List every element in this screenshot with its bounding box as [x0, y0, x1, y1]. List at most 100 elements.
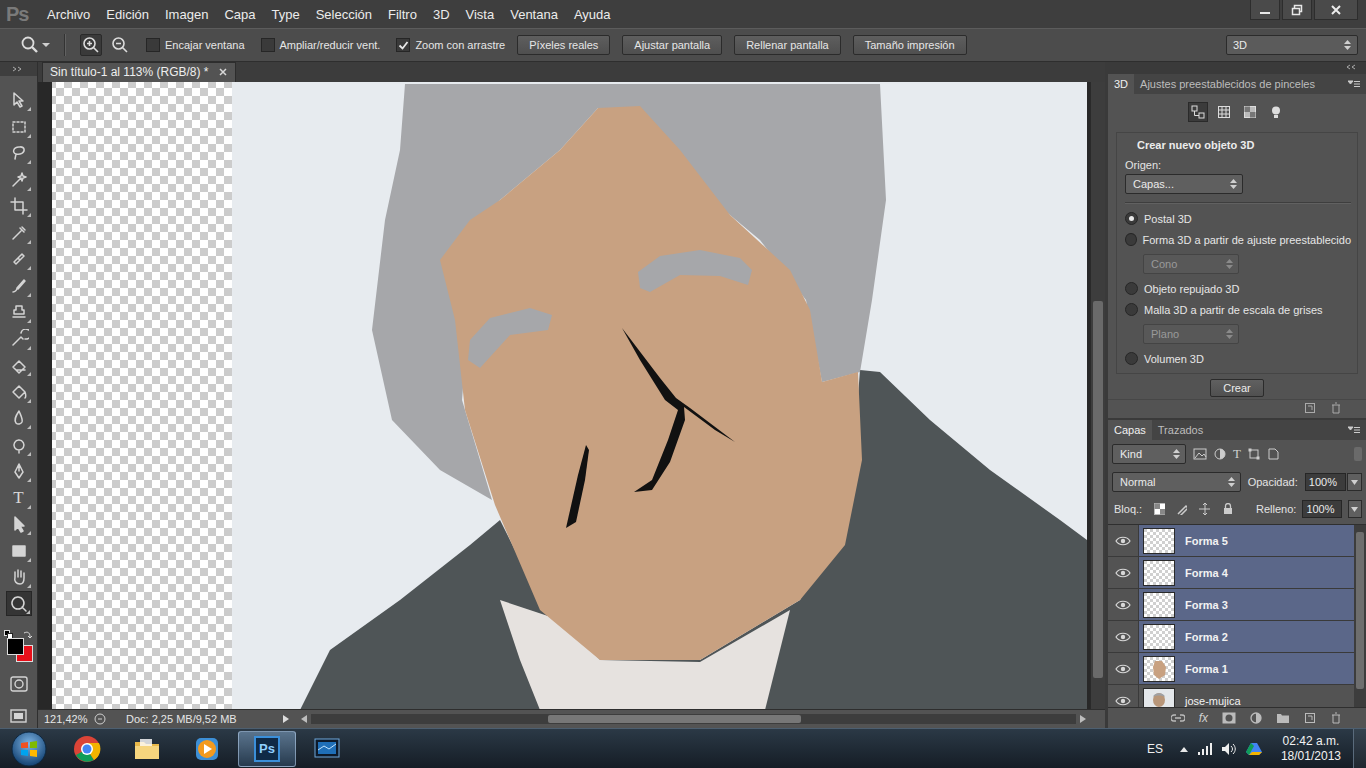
radio-button[interactable]	[1125, 212, 1138, 225]
volume-icon[interactable]	[1221, 742, 1237, 756]
radio-button[interactable]	[1125, 303, 1138, 316]
tool-button[interactable]	[6, 194, 32, 219]
opacity-dropdown[interactable]	[1347, 473, 1362, 491]
radio-option[interactable]: Postal 3D	[1125, 212, 1351, 225]
minimize-button[interactable]	[1250, 0, 1280, 20]
fill-dropdown[interactable]	[1348, 500, 1362, 518]
option-checkbox[interactable]: Zoom con arrastre	[396, 38, 505, 52]
quick-mask-button[interactable]	[6, 672, 32, 696]
trash-icon[interactable]	[1330, 402, 1342, 414]
mask-icon[interactable]	[1222, 712, 1236, 724]
tool-preset-picker[interactable]	[20, 35, 50, 55]
language-indicator[interactable]: ES	[1147, 742, 1163, 756]
visibility-toggle[interactable]	[1108, 653, 1139, 684]
canvas-horizontal-scrollbar[interactable]	[296, 714, 1105, 724]
shape-filter-icon[interactable]	[1248, 448, 1260, 460]
network-icon[interactable]	[1197, 742, 1213, 756]
tool-button[interactable]	[6, 326, 32, 351]
radio-option[interactable]: Forma 3D a partir de ajuste preestableci…	[1125, 233, 1351, 246]
zoom-out-button[interactable]	[110, 35, 130, 55]
taskbar-app[interactable]	[58, 731, 116, 767]
radio-button[interactable]	[1125, 282, 1138, 295]
panel-grip[interactable]	[0, 62, 37, 76]
panel-menu-icon[interactable]	[1348, 80, 1360, 88]
create-button[interactable]: Crear	[1210, 379, 1264, 397]
visibility-toggle[interactable]	[1108, 589, 1139, 620]
taskbar-app[interactable]	[178, 731, 236, 767]
tool-button[interactable]	[6, 88, 32, 113]
export-icon[interactable]	[94, 713, 106, 725]
blend-mode-select[interactable]: Normal	[1112, 472, 1241, 492]
menu-item[interactable]: Vista	[466, 7, 495, 22]
taskbar-app[interactable]: Ps	[238, 731, 296, 767]
folder-icon[interactable]	[1276, 712, 1290, 724]
tool-button[interactable]	[6, 353, 32, 378]
canvas-artwork[interactable]	[52, 82, 1087, 709]
show-hidden-icons-icon[interactable]	[1179, 745, 1189, 753]
visibility-toggle[interactable]	[1108, 621, 1139, 652]
swap-colors-icon[interactable]	[23, 630, 32, 639]
tool-button[interactable]	[6, 565, 32, 590]
foreground-color[interactable]	[7, 638, 24, 655]
screen-mode-button[interactable]	[6, 704, 32, 728]
layer-style-button[interactable]: fx	[1199, 711, 1208, 725]
menu-item[interactable]: Capa	[224, 7, 255, 22]
tool-button[interactable]	[6, 406, 32, 431]
canvas-vertical-scrollbar[interactable]	[1090, 82, 1105, 709]
taskbar-app[interactable]	[118, 731, 176, 767]
lock-transparency-icon[interactable]	[1154, 503, 1164, 515]
tool-button[interactable]	[6, 300, 32, 325]
smart-object-filter-icon[interactable]	[1267, 448, 1279, 460]
start-button[interactable]	[2, 730, 56, 768]
radio-button[interactable]	[1125, 233, 1137, 246]
view-button[interactable]	[1266, 102, 1286, 122]
tool-button[interactable]	[6, 273, 32, 298]
layer-row[interactable]: Forma 5	[1108, 525, 1354, 557]
trash-icon[interactable]	[1330, 712, 1342, 724]
radio-button[interactable]	[1125, 352, 1138, 365]
visibility-toggle[interactable]	[1108, 557, 1139, 588]
tool-button[interactable]	[6, 459, 32, 484]
radio-option[interactable]: Malla 3D a partir de escala de grises	[1125, 303, 1351, 316]
document-tab[interactable]: Sin título-1 al 113% (RGB/8) *	[42, 62, 236, 82]
view-button[interactable]	[1214, 102, 1234, 122]
layers-scrollbar[interactable]	[1354, 525, 1366, 707]
taskbar-app[interactable]	[298, 731, 356, 767]
new-layer-icon[interactable]	[1304, 712, 1316, 724]
fill-field[interactable]: 100%	[1302, 500, 1341, 518]
menu-item[interactable]: Imagen	[165, 7, 208, 22]
lock-all-icon[interactable]	[1222, 503, 1232, 515]
adjustment-filter-icon[interactable]	[1214, 448, 1226, 460]
image-filter-icon[interactable]	[1193, 448, 1207, 460]
tool-button[interactable]	[6, 247, 32, 272]
tool-button[interactable]	[6, 220, 32, 245]
zoom-level[interactable]: 121,42%	[44, 713, 88, 725]
tool-button[interactable]	[6, 114, 32, 139]
tool-button[interactable]	[6, 591, 32, 616]
menu-item[interactable]: Ayuda	[574, 7, 611, 22]
close-button[interactable]	[1314, 0, 1358, 20]
radio-option[interactable]: Volumen 3D	[1125, 352, 1351, 365]
checkbox[interactable]	[146, 38, 160, 52]
menu-item[interactable]: Filtro	[388, 7, 417, 22]
option-checkbox[interactable]: Encajar ventana	[146, 38, 245, 52]
layer-row[interactable]: jose-mujica	[1108, 685, 1354, 707]
option-button[interactable]: Tamaño impresión	[853, 35, 967, 55]
menu-item[interactable]: Selección	[316, 7, 372, 22]
panel-menu-icon[interactable]	[1348, 426, 1360, 434]
scroll-thumb[interactable]	[548, 715, 800, 723]
menu-item[interactable]: Type	[271, 7, 299, 22]
tool-button[interactable]: T	[6, 485, 32, 510]
menu-item[interactable]: 3D	[433, 7, 450, 22]
view-button[interactable]	[1188, 102, 1208, 122]
visibility-toggle[interactable]	[1108, 685, 1139, 707]
layer-row[interactable]: Forma 2	[1108, 621, 1354, 653]
close-tab-icon[interactable]	[219, 68, 227, 76]
dock-grip[interactable]	[1108, 62, 1366, 72]
filter-toggle[interactable]	[1354, 447, 1362, 461]
menu-item[interactable]: Ventana	[510, 7, 558, 22]
status-menu-icon[interactable]	[282, 714, 290, 724]
lock-pixels-icon[interactable]	[1177, 503, 1187, 515]
option-button[interactable]: Rellenar pantalla	[734, 35, 841, 55]
option-checkbox[interactable]: Ampliar/reducir vent.	[261, 38, 381, 52]
